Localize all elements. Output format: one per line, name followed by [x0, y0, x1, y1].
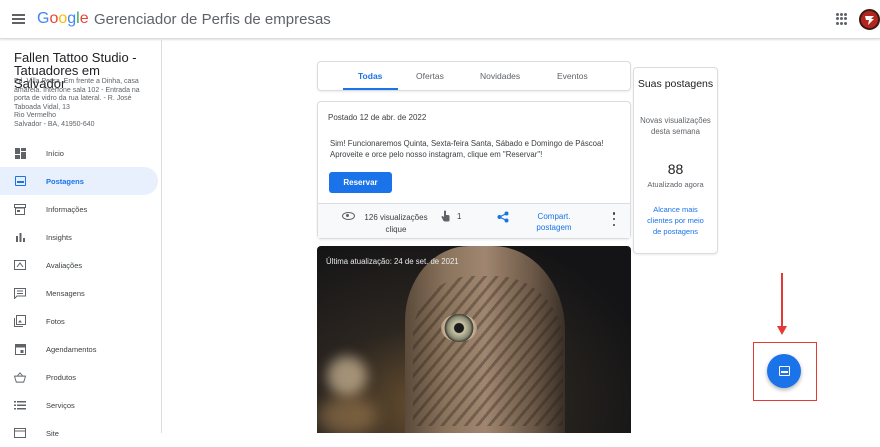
- sidebar-item-label: Insights: [46, 232, 72, 242]
- sidebar-item-label: Postagens: [46, 176, 84, 186]
- photo-library-icon: [14, 315, 26, 327]
- photo-update-text: Última atualização: 24 de set. de 2021: [326, 257, 459, 266]
- calendar-icon: [14, 343, 26, 355]
- reach-more-link[interactable]: Alcance mais clientes por meio de postag…: [642, 204, 709, 237]
- sidebar-item-mensagens[interactable]: Mensagens: [0, 279, 158, 307]
- list-icon: [14, 399, 26, 411]
- sidebar-item-agendamentos[interactable]: Agendamentos: [0, 335, 158, 363]
- sidebar-item-informacoes[interactable]: Informações: [0, 195, 158, 223]
- more-vert-icon[interactable]: [612, 212, 616, 226]
- apps-grid-icon[interactable]: [836, 13, 848, 25]
- photo-bokeh-light: [327, 356, 367, 396]
- sidebar-item-label: Agendamentos: [46, 344, 97, 354]
- message-icon: [14, 287, 26, 299]
- dashboard-icon: [14, 147, 26, 159]
- avatar-emblem-icon: [865, 16, 874, 25]
- post-card: Postado 12 de abr. de 2022 Sim! Funciona…: [317, 101, 631, 239]
- logo-letter-g: G: [37, 10, 50, 27]
- post-views: 126 visualizações clique: [360, 212, 432, 236]
- tab-todas[interactable]: Todas: [358, 71, 382, 81]
- tab-novidades[interactable]: Novidades: [480, 71, 520, 81]
- posts-icon: [14, 175, 26, 187]
- sidebar-item-servicos[interactable]: Serviços: [0, 391, 158, 419]
- sidebar: Fallen Tattoo Studio - Tatuadores em Sal…: [0, 40, 162, 438]
- sidebar-item-avaliacoes[interactable]: Avaliações: [0, 251, 158, 279]
- touch-click-icon: [441, 210, 450, 225]
- tattoo-feather-texture: [413, 276, 563, 426]
- sidebar-item-label: Informações: [46, 204, 88, 214]
- sidebar-item-label: Mensagens: [46, 288, 85, 298]
- basket-icon: [14, 371, 26, 383]
- sidebar-item-label: Avaliações: [46, 260, 83, 270]
- logo-letter-g2: g: [67, 10, 77, 27]
- post-stats-card: Suas postagens Novas visualizações desta…: [633, 67, 718, 254]
- eye-icon: [342, 212, 355, 220]
- web-icon: [14, 427, 26, 439]
- sidebar-item-label: Site: [46, 428, 59, 438]
- post-add-icon: [778, 366, 790, 376]
- logo-letter-o2: o: [58, 10, 68, 27]
- sidebar-item-postagens[interactable]: Postagens: [0, 167, 158, 195]
- storefront-icon: [14, 203, 26, 215]
- logo-letter-e: e: [79, 10, 89, 27]
- sidebar-item-label: Produtos: [46, 372, 77, 382]
- create-post-fab[interactable]: [767, 354, 801, 388]
- post-clicks-count: 1: [457, 212, 462, 221]
- sidebar-item-produtos[interactable]: Produtos: [0, 363, 158, 391]
- bar-chart-icon: [14, 231, 26, 243]
- sidebar-item-site[interactable]: Site: [0, 419, 158, 447]
- sidebar-nav: Início Postagens Informações Insights Av…: [0, 139, 158, 447]
- post-footer: 126 visualizações clique 1 Compart. posta…: [318, 203, 630, 238]
- sidebar-item-label: Fotos: [46, 316, 65, 326]
- hamburger-menu-icon[interactable]: [12, 12, 28, 26]
- post-clicks-label: clique: [385, 225, 407, 234]
- tab-eventos[interactable]: Eventos: [557, 71, 588, 81]
- sidebar-item-label: Início: [46, 148, 64, 158]
- post-filter-tabs: Todas Ofertas Novidades Eventos: [317, 61, 631, 91]
- share-post-link[interactable]: Compart. postagem: [522, 211, 586, 233]
- account-avatar-icon[interactable]: [859, 9, 880, 30]
- photo-post-card[interactable]: Última atualização: 24 de set. de 2021: [317, 246, 631, 433]
- reviews-icon: [14, 259, 26, 271]
- annotation-arrowhead: [777, 326, 787, 335]
- post-text: Sim! Funcionaremos Quinta, Sexta-feira S…: [330, 139, 604, 159]
- stats-label: Novas visualizações desta semana: [640, 116, 711, 136]
- share-icon[interactable]: [497, 210, 509, 223]
- stats-number: 88: [667, 161, 684, 177]
- photo-bokeh-warm: [317, 396, 377, 433]
- business-address: Ed. Villa Persa. Em frente a Dinha, casa…: [14, 78, 140, 128]
- annotation-arrow: [781, 273, 783, 329]
- google-logo[interactable]: Google: [37, 10, 89, 28]
- active-tab-indicator: [343, 88, 398, 90]
- sidebar-item-fotos[interactable]: Fotos: [0, 307, 158, 335]
- product-name: Gerenciador de Perfis de empresas: [94, 11, 331, 28]
- tab-ofertas[interactable]: Ofertas: [416, 71, 444, 81]
- stats-title: Suas postagens: [637, 78, 714, 90]
- sidebar-item-insights[interactable]: Insights: [0, 223, 158, 251]
- stats-updated: Atualizado agora: [647, 180, 704, 189]
- post-views-count: 126 visualizações: [364, 213, 428, 222]
- reserve-button[interactable]: Reservar: [329, 172, 392, 193]
- sidebar-item-label: Serviços: [46, 400, 75, 410]
- top-app-bar: Google Gerenciador de Perfis de empresas: [0, 0, 880, 39]
- post-date: Postado 12 de abr. de 2022: [328, 113, 427, 122]
- tattoo-eagle-eye: [441, 314, 477, 342]
- sidebar-item-inicio[interactable]: Início: [0, 139, 158, 167]
